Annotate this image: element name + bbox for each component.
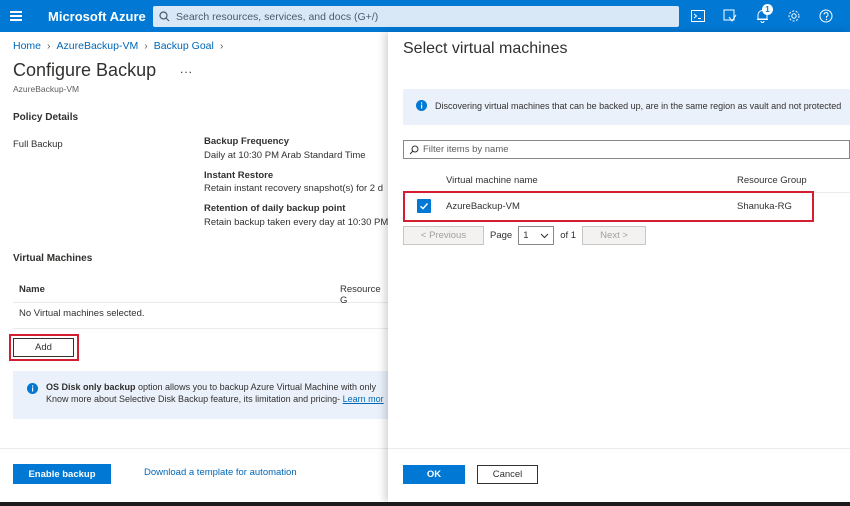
instant-restore-value: Retain instant recovery snapshot(s) for … [204,183,384,194]
vm-empty-message: No Virtual machines selected. [13,303,388,329]
next-page-button[interactable]: Next > [582,226,647,245]
os-disk-text: option allows you to backup Azure Virtua… [135,382,376,392]
pagination: < Previous Page 1 of 1 Next > [403,226,647,245]
search-icon [409,145,419,154]
info-icon [416,100,427,111]
search-icon [159,11,170,22]
page-title: Configure Backup [13,60,157,80]
backup-frequency-value: Daily at 10:30 PM Arab Standard Time [204,150,366,161]
add-vm-button[interactable]: Add [13,338,74,357]
breadcrumb-backup-goal[interactable]: Backup Goal [154,40,214,52]
os-disk-info-banner: OS Disk only backup option allows you to… [13,371,388,419]
page-subtitle: AzureBackup-VM [13,84,80,94]
breadcrumb-home[interactable]: Home [13,40,41,52]
row-checkbox[interactable] [417,199,431,213]
cancel-button[interactable]: Cancel [477,465,538,484]
os-disk-bold: OS Disk only backup [46,382,136,392]
learn-more-link[interactable]: Learn mor [343,394,384,404]
breadcrumb: Home › AzureBackup-VM › Backup Goal › [13,40,223,52]
policy-name: Full Backup [13,139,63,150]
divider [388,448,850,449]
virtual-machines-heading: Virtual Machines [13,253,93,264]
row-vm-name: AzureBackup-VM [446,201,520,212]
page-label: Page [490,230,513,241]
breadcrumb-vault[interactable]: AzureBackup-VM [57,40,139,52]
previous-page-button[interactable]: < Previous [403,226,484,245]
ok-button[interactable]: OK [403,465,465,484]
discovery-info-banner: Discovering virtual machines that can be… [403,89,850,125]
chevron-down-icon [540,233,549,238]
notification-badge: 1 [762,4,773,15]
retention-label: Retention of daily backup point [204,203,346,214]
filter-input[interactable]: Filter items by name [403,140,850,159]
select-vm-panel: Select virtual machines Discovering virt… [388,32,850,502]
checkmark-icon [420,203,429,210]
col-vm-name: Virtual machine name [446,175,538,186]
hamburger-menu-icon[interactable] [0,0,32,32]
download-template-link[interactable]: Download a template for automation [144,467,297,478]
search-placeholder: Search resources, services, and docs (G+… [176,10,379,23]
chevron-right-icon: › [219,40,224,52]
help-icon[interactable] [810,0,842,32]
enable-backup-button[interactable]: Enable backup [13,464,111,484]
taskbar-strip [0,502,850,506]
vm-col-name: Name [19,284,45,295]
configure-backup-blade: Home › AzureBackup-VM › Backup Goal › Co… [0,32,388,502]
directory-filter-icon[interactable] [714,0,746,32]
settings-gear-icon[interactable] [778,0,810,32]
top-bar: Microsoft Azure Search resources, servic… [0,0,850,32]
page-select[interactable]: 1 [518,226,555,245]
col-resource-group: Resource Group [737,175,807,186]
vm-select-table-header: Virtual machine name Resource Group [403,173,850,193]
instant-restore-label: Instant Restore [204,170,274,181]
more-options-button[interactable]: ... [180,62,193,76]
chevron-right-icon: › [144,40,148,52]
page-select-value: 1 [523,230,529,241]
vm-table-header: Name Resource G [13,276,388,306]
search-input[interactable]: Search resources, services, and docs (G+… [153,6,679,27]
notifications-bell-icon[interactable]: 1 [746,0,778,32]
filter-placeholder: Filter items by name [423,144,509,155]
panel-title: Select virtual machines [403,40,568,57]
cloud-shell-icon[interactable] [682,0,714,32]
info-icon [27,383,38,394]
row-resource-group: Shanuka-RG [737,201,792,212]
brand-title[interactable]: Microsoft Azure [48,9,154,24]
table-row[interactable]: AzureBackup-VM Shanuka-RG [408,196,808,217]
retention-value: Retain backup taken every day at 10:30 P… [204,217,389,228]
backup-frequency-label: Backup Frequency [204,136,289,147]
chevron-right-icon: › [47,40,51,52]
divider [0,448,388,449]
os-disk-line2: Know more about Selective Disk Backup fe… [46,394,343,404]
discovery-info-text: Discovering virtual machines that can be… [435,101,842,111]
policy-details-heading: Policy Details [13,112,79,123]
page-count-label: of 1 [560,230,577,241]
